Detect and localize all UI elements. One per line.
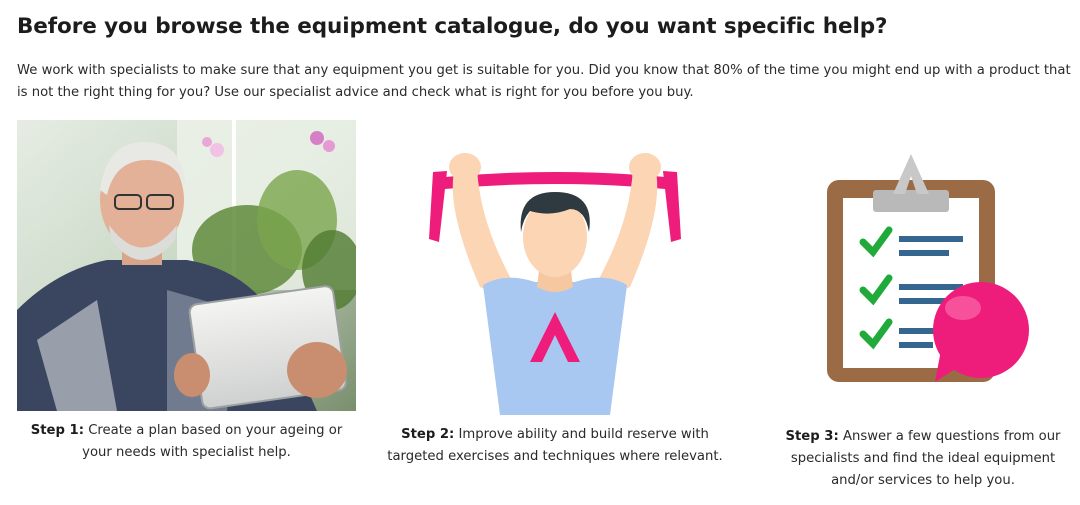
step-2-caption: Step 2: Improve ability and build reserv… [385, 424, 725, 468]
step-1-caption: Step 1: Create a plan based on your agei… [17, 420, 356, 464]
page-title: Before you browse the equipment catalogu… [17, 14, 888, 39]
clipboard-checklist-icon [823, 150, 1038, 386]
step-1-label: Step 1: [30, 423, 84, 438]
step-3-caption: Step 3: Answer a few questions from our … [770, 426, 1076, 492]
elderly-man-tablet-photo [17, 120, 356, 411]
step-2-label: Step 2: [401, 427, 455, 442]
step-3-label: Step 3: [785, 429, 839, 444]
exercise-person-icon [425, 147, 685, 415]
intro-text: We work with specialists to make sure th… [17, 63, 1071, 100]
step-1-text: Create a plan based on your ageing or yo… [82, 423, 343, 460]
